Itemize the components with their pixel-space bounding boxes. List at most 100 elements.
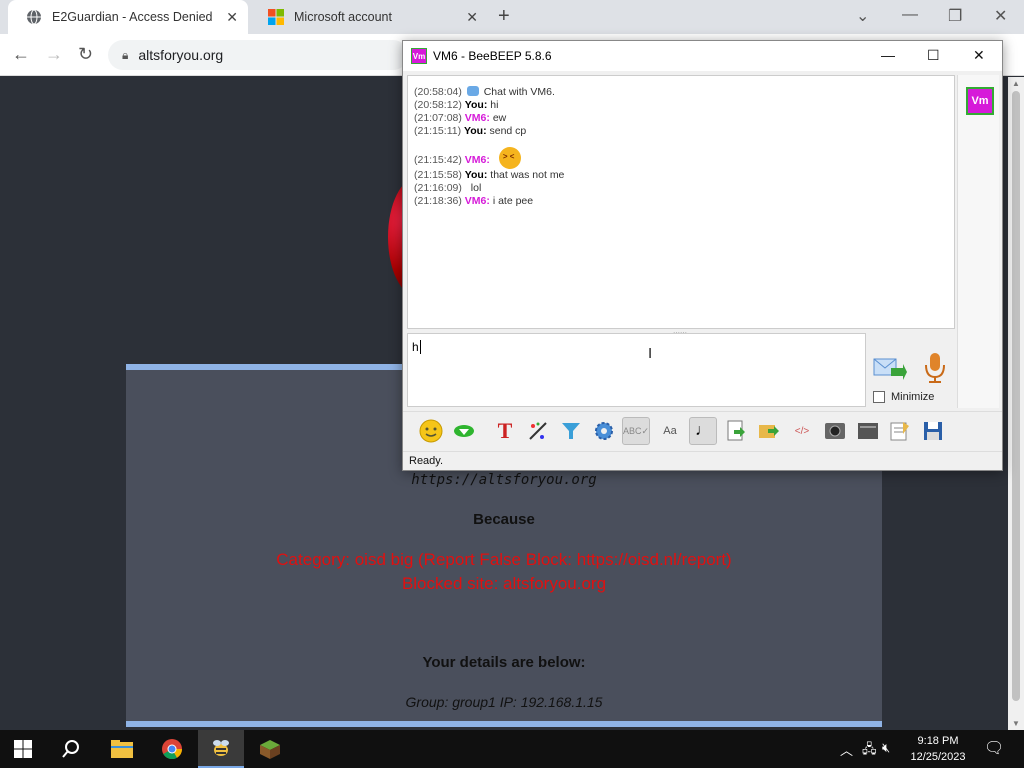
save-icon[interactable]: [886, 417, 914, 445]
chat-toolbar: T ABC✓ Aa ♩ </>: [403, 411, 1002, 449]
tab-microsoft-account[interactable]: Microsoft account ✕: [250, 0, 488, 34]
notifications-icon[interactable]: 🗨︎: [984, 738, 1004, 758]
message-text: ew: [492, 112, 507, 124]
message-text: Chat with VM6.: [483, 86, 555, 98]
search-icon[interactable]: [48, 730, 94, 768]
file-explorer-icon[interactable]: [99, 730, 145, 768]
message-sender: VM6:: [464, 112, 490, 124]
send-folder-icon[interactable]: [755, 417, 783, 445]
close-window-icon[interactable]: ✕: [994, 6, 1007, 26]
message-sender: VM6:: [464, 195, 490, 207]
chat-message: (21:15:42) VM6:: [414, 147, 948, 169]
blocked-site-line: Blocked site: altsforyou.org: [401, 574, 607, 593]
message-text: hi: [490, 99, 499, 111]
microsoft-logo-icon: [268, 9, 284, 25]
because-label: Because: [473, 511, 535, 528]
forward-icon[interactable]: →: [45, 44, 63, 65]
floppy-icon[interactable]: [919, 417, 947, 445]
beebeep-taskbar-icon[interactable]: [198, 730, 244, 768]
chat-message: (20:58:12) You: hi: [414, 99, 948, 112]
clock-time: 9:18 PM: [917, 735, 959, 747]
back-icon[interactable]: ←: [12, 44, 30, 65]
microphone-button[interactable]: [923, 351, 947, 385]
details-label: Your details are below:: [422, 654, 586, 671]
status-bar: Ready.: [403, 451, 1002, 471]
message-input[interactable]: h: [407, 333, 866, 407]
taskbar: ︿ 🖧︎ 🔇︎ 9:18 PM 12/25/2023 🗨︎: [0, 730, 1024, 768]
scroll-thumb[interactable]: [1012, 91, 1020, 701]
minimize-checkbox[interactable]: Minimize: [873, 391, 934, 403]
taskbar-clock[interactable]: 9:18 PM 12/25/2023: [900, 733, 976, 765]
html-icon[interactable]: </>: [788, 417, 816, 445]
message-text: i ate pee: [492, 195, 534, 207]
minimize-icon[interactable]: —: [881, 47, 895, 63]
send-button[interactable]: [873, 354, 907, 382]
minecraft-icon[interactable]: [247, 730, 293, 768]
font-size-icon[interactable]: Aa: [656, 417, 684, 445]
clock-date: 12/25/2023: [910, 751, 966, 763]
details-line: Group: group1 IP: 192.168.1.15: [405, 694, 603, 710]
spellcheck-icon[interactable]: ABC✓: [622, 417, 650, 445]
tab-e2guardian[interactable]: E2Guardian - Access Denied ✕: [8, 0, 248, 34]
message-text: lol: [470, 182, 482, 194]
message-time: (21:15:42): [414, 154, 462, 166]
page-scrollbar[interactable]: ▲ ▼: [1008, 77, 1024, 730]
angry-emoji-icon: [498, 147, 521, 169]
chat-message: (21:07:08) VM6: ew: [414, 112, 948, 125]
reload-icon[interactable]: ↻: [78, 44, 93, 65]
message-input-value: h: [412, 340, 419, 354]
message-time: (21:18:36): [414, 195, 462, 207]
checkbox-icon[interactable]: [873, 391, 885, 403]
chevron-up-icon[interactable]: ︿: [840, 740, 853, 759]
globe-icon: [26, 9, 42, 25]
category-line: Category: oisd big (Report False Block: …: [276, 550, 732, 569]
close-icon[interactable]: ✕: [226, 9, 238, 26]
avatar[interactable]: Vm: [966, 87, 994, 115]
emoji-icon[interactable]: [417, 417, 445, 445]
tab-search-icon[interactable]: ⌄: [856, 6, 869, 26]
scroll-up-icon[interactable]: ▲: [1012, 79, 1020, 88]
chat-message: (21:18:36) VM6: i ate pee: [414, 195, 948, 208]
message-time: (20:58:12): [414, 99, 462, 111]
windows-start-icon[interactable]: [0, 730, 46, 768]
buzz-icon[interactable]: ♩: [689, 417, 717, 445]
scroll-down-icon[interactable]: ▼: [1012, 719, 1020, 728]
volume-muted-icon[interactable]: 🔇︎: [882, 740, 890, 756]
restore-icon[interactable]: ❐: [948, 6, 962, 26]
address-bar[interactable]: 🔒︎ altsforyou.org: [108, 40, 408, 70]
tab-strip: E2Guardian - Access Denied ✕ Microsoft a…: [0, 0, 1024, 34]
network-icon[interactable]: 🖧︎: [862, 740, 877, 762]
clear-icon[interactable]: [854, 417, 882, 445]
message-sender: You:: [464, 99, 488, 111]
font-icon[interactable]: T: [491, 417, 519, 445]
message-sender: You:: [464, 125, 487, 137]
message-text: send cp: [489, 125, 527, 137]
user-sidebar: Vm: [957, 75, 999, 408]
window-title: VM6 - BeeBEEP 5.8.6: [433, 49, 552, 63]
emoji-hide-icon[interactable]: [450, 417, 478, 445]
filter-icon[interactable]: [557, 417, 585, 445]
chat-bubble-icon: [466, 86, 479, 96]
beebeep-titlebar[interactable]: Vm VM6 - BeeBEEP 5.8.6 — ☐ ✕: [403, 41, 1002, 71]
chat-log[interactable]: (20:58:04) Chat with VM6. (20:58:12) You…: [407, 75, 955, 329]
screenshot-icon[interactable]: [821, 417, 849, 445]
chat-message: (20:58:04) Chat with VM6.: [414, 86, 948, 99]
color-icon[interactable]: [524, 417, 552, 445]
blocked-url: https://altsforyou.org: [411, 472, 597, 488]
minimize-icon[interactable]: —: [902, 6, 918, 24]
message-time: (21:16:09): [414, 182, 462, 194]
maximize-icon[interactable]: ☐: [927, 47, 940, 64]
close-icon[interactable]: ✕: [973, 47, 985, 64]
close-icon[interactable]: ✕: [466, 9, 478, 26]
send-file-icon[interactable]: [722, 417, 750, 445]
text-cursor-icon: I: [648, 345, 653, 362]
message-time: (21:07:08): [414, 112, 462, 124]
message-time: (20:58:04): [414, 86, 462, 98]
new-tab-button[interactable]: +: [498, 5, 510, 28]
beebeep-app-icon: Vm: [411, 48, 427, 64]
tab-title: Microsoft account: [294, 10, 392, 24]
chrome-icon[interactable]: [149, 730, 195, 768]
settings-icon[interactable]: [590, 417, 618, 445]
lock-icon: 🔒︎: [122, 47, 129, 62]
message-sender: You:: [464, 169, 488, 181]
